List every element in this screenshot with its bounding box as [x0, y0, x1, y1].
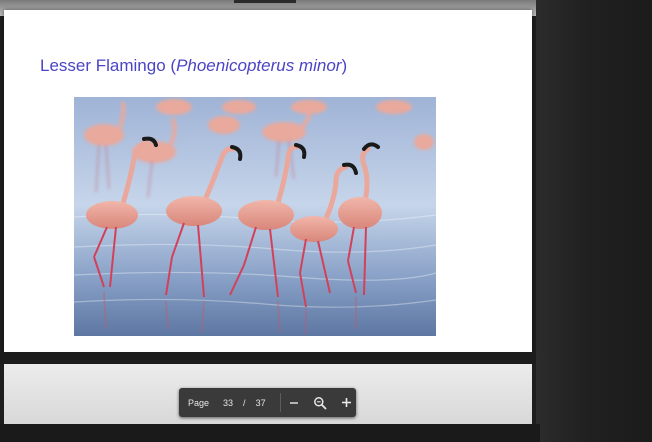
minus-icon	[290, 401, 299, 404]
slide-title: Lesser Flamingo (Phoenicopterus minor)	[40, 56, 347, 76]
zoom-out-button[interactable]	[285, 393, 305, 413]
plus-icon	[341, 398, 351, 407]
title-close-paren: )	[341, 56, 348, 75]
current-page-number[interactable]: 33	[223, 398, 233, 408]
title-scientific-name: Phoenicopterus minor	[176, 56, 342, 75]
bottom-strip	[0, 424, 540, 442]
pdf-viewer: Lesser Flamingo (Phoenicopterus minor) P…	[0, 0, 652, 442]
title-common-name: Lesser Flamingo (	[40, 56, 177, 75]
zoom-reset-button[interactable]	[310, 393, 330, 413]
flamingo-photo	[74, 97, 436, 336]
page-toolbar: Page 33 / 37	[179, 388, 356, 417]
magnifier-icon	[314, 396, 327, 409]
page-label: Page	[188, 397, 210, 408]
top-tab-marker	[234, 0, 296, 3]
right-side-panel	[536, 0, 652, 442]
page-gap	[0, 352, 536, 364]
slide-page: Lesser Flamingo (Phoenicopterus minor)	[4, 10, 532, 352]
toolbar-divider	[279, 393, 281, 412]
total-pages: 37	[255, 397, 266, 408]
page-separator: /	[243, 397, 246, 408]
zoom-in-button[interactable]	[336, 393, 356, 413]
